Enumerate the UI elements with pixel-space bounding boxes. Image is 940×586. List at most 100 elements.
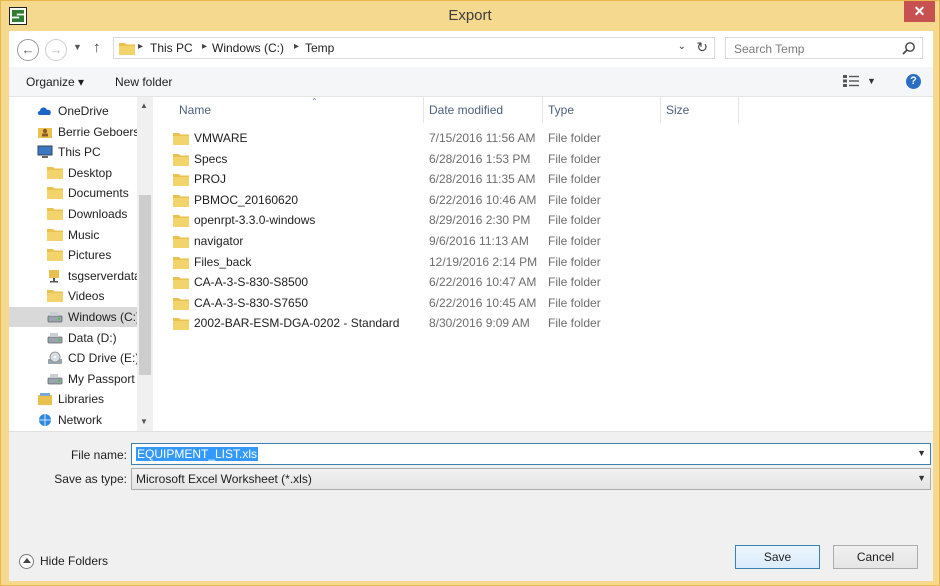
file-type: File folder — [548, 151, 601, 166]
view-options-icon[interactable] — [843, 75, 859, 87]
file-name-value[interactable]: EQUIPMENT_LIST.xls — [136, 447, 259, 461]
drive-icon — [47, 372, 63, 386]
onedrive-icon — [37, 104, 52, 118]
up-arrow-icon[interactable]: ↑ — [93, 39, 101, 56]
file-row[interactable]: PROJ 6/28/2016 11:35 AM File folder — [153, 169, 773, 189]
file-date: 12/19/2016 2:14 PM — [429, 254, 538, 269]
nav-item[interactable]: OneDrive — [37, 101, 153, 121]
folder-icon — [173, 194, 189, 207]
column-header-name[interactable]: Name ⌃ — [173, 97, 409, 123]
nav-item-label: Pictures — [68, 248, 112, 263]
file-row[interactable]: PBMOC_20160620 6/22/2016 10:46 AM File fol… — [153, 190, 773, 210]
file-row[interactable]: 2002-BAR-ESM-DGA-0202 - Standard 8/30/201… — [153, 313, 773, 333]
nav-item[interactable]: Libraries — [37, 389, 153, 409]
new-folder-button[interactable]: New folder — [115, 75, 172, 89]
drive-icon — [47, 331, 63, 345]
network-drive-icon — [47, 269, 62, 283]
forward-button[interactable]: → — [45, 39, 67, 61]
column-header-type[interactable]: Type — [542, 97, 660, 123]
scroll-thumb[interactable] — [139, 195, 151, 375]
search-input[interactable]: Search Temp — [734, 42, 804, 56]
chevron-down-icon[interactable]: ▼ — [917, 473, 926, 483]
file-row[interactable]: VMWARE 7/15/2016 11:56 AM File folder — [153, 128, 773, 148]
chevron-down-icon[interactable]: ▼ — [917, 448, 926, 458]
nav-item[interactable]: Windows (C:) — [9, 307, 153, 327]
close-button[interactable]: ✕ — [904, 1, 935, 22]
file-row[interactable]: CA-A-3-S-830-S8500 6/22/2016 10:47 AM File… — [153, 272, 773, 292]
column-separator[interactable] — [738, 97, 739, 123]
file-type: File folder — [548, 234, 601, 248]
file-name: PBMOC_20160620 — [194, 192, 299, 207]
cancel-button[interactable]: Cancel — [833, 545, 918, 569]
file-row[interactable]: navigator 9/6/2016 11:13 AM File folder — [153, 231, 773, 251]
file-name-field[interactable]: EQUIPMENT_LIST.xls ▼ — [131, 443, 931, 465]
breadcrumb-windows-c[interactable]: Windows (C:) — [212, 41, 284, 55]
folder-icon — [173, 317, 189, 331]
file-name: CA-A-3-S-830-S7650 — [194, 295, 309, 310]
nav-item-label: This PC — [58, 145, 101, 160]
network-icon — [37, 413, 52, 427]
scroll-down-icon[interactable]: ▼ — [140, 417, 148, 426]
file-type: File folder — [548, 295, 601, 310]
breadcrumb-separator-icon[interactable]: ▸ — [138, 41, 143, 52]
file-name: Files_back — [194, 254, 252, 269]
file-type: File folder — [548, 254, 601, 269]
file-name: openrpt-3.3.0-windows — [194, 213, 316, 228]
nav-item-label: Documents — [68, 186, 129, 201]
file-date: 8/29/2016 2:30 PM — [429, 213, 531, 228]
hide-folders-label: Hide Folders — [40, 554, 109, 568]
file-row[interactable]: Specs 6/28/2016 1:53 PM File folder — [153, 149, 773, 169]
file-name: CA-A-3-S-830-S8500 — [194, 275, 309, 290]
breadcrumb-separator-icon[interactable]: ▸ — [294, 41, 299, 52]
address-bar[interactable]: ▸ This PC ▸ Windows (C:) ▸ Temp ⌄ ↻ — [113, 37, 715, 59]
dialog-content: ← → ▼ ↑ ▸ This PC ▸ Windows (C:) ▸ Temp … — [9, 31, 933, 581]
column-header-size[interactable]: Size — [660, 97, 738, 123]
save-panel: File name: EQUIPMENT_LIST.xls ▼ Save as … — [9, 431, 933, 581]
file-date: 6/22/2016 10:47 AM — [429, 275, 537, 290]
breadcrumb-this-pc[interactable]: This PC — [150, 41, 193, 55]
help-icon[interactable]: ? — [906, 74, 921, 89]
breadcrumb-separator-icon[interactable]: ▸ — [202, 41, 207, 52]
file-date: 6/22/2016 10:45 AM — [429, 295, 537, 310]
title-bar[interactable]: Export ✕ — [1, 1, 939, 31]
nav-item-label: tsgserverdata — [68, 268, 141, 283]
folder-icon — [173, 214, 189, 228]
file-type: File folder — [548, 213, 601, 228]
nav-item-label: Windows (C:) — [68, 310, 141, 324]
nav-item[interactable]: Network — [37, 410, 153, 430]
column-header-date[interactable]: Date modified — [423, 97, 541, 123]
file-date: 7/15/2016 11:56 AM — [429, 131, 536, 145]
navigation-scrollbar[interactable]: ▲ ▼ — [137, 97, 153, 431]
recent-locations-icon[interactable]: ▼ — [73, 42, 82, 52]
folder-icon — [173, 235, 189, 248]
window-title: Export — [448, 7, 492, 24]
save-button[interactable]: Save — [735, 545, 820, 569]
breadcrumb-temp[interactable]: Temp — [305, 41, 334, 55]
back-button[interactable]: ← — [17, 39, 39, 61]
computer-icon — [37, 145, 53, 159]
file-row[interactable]: openrpt-3.3.0-windows 8/29/2016 2:30 PM Fi… — [153, 210, 773, 230]
nav-item[interactable]: This PC — [37, 142, 153, 162]
file-row[interactable]: Files_back 12/19/2016 2:14 PM File folder — [153, 252, 773, 272]
videos-folder-icon — [47, 289, 63, 303]
nav-item-label: Data (D:) — [68, 330, 117, 345]
nav-item-label: Berrie Geboers — [58, 124, 140, 139]
sort-ascending-icon: ⌃ — [311, 97, 318, 106]
file-name: PROJ — [194, 172, 227, 187]
search-box[interactable]: Search Temp — [725, 37, 923, 59]
file-row[interactable]: CA-A-3-S-830-S7650 6/22/2016 10:45 AM File… — [153, 293, 773, 313]
chevron-down-icon[interactable]: ⌄ — [678, 41, 686, 52]
refresh-icon[interactable]: ↻ — [696, 39, 708, 56]
nav-item-label: Libraries — [58, 392, 105, 407]
nav-item[interactable]: Berrie Geboers — [37, 122, 153, 142]
organize-button[interactable]: Organize ▾ — [26, 75, 84, 89]
file-type: File folder — [548, 172, 601, 187]
save-type-select[interactable]: Microsoft Excel Worksheet (*.xls) ▼ — [131, 468, 931, 490]
nav-item-label: CD Drive (E:) — [68, 351, 140, 366]
folder-icon — [119, 43, 135, 55]
scroll-up-icon[interactable]: ▲ — [140, 101, 148, 110]
search-icon[interactable] — [902, 41, 916, 55]
file-name: Specs — [194, 151, 228, 166]
view-dropdown-icon[interactable]: ▼ — [867, 76, 876, 86]
nav-item-label: My Passport ( — [68, 371, 143, 386]
